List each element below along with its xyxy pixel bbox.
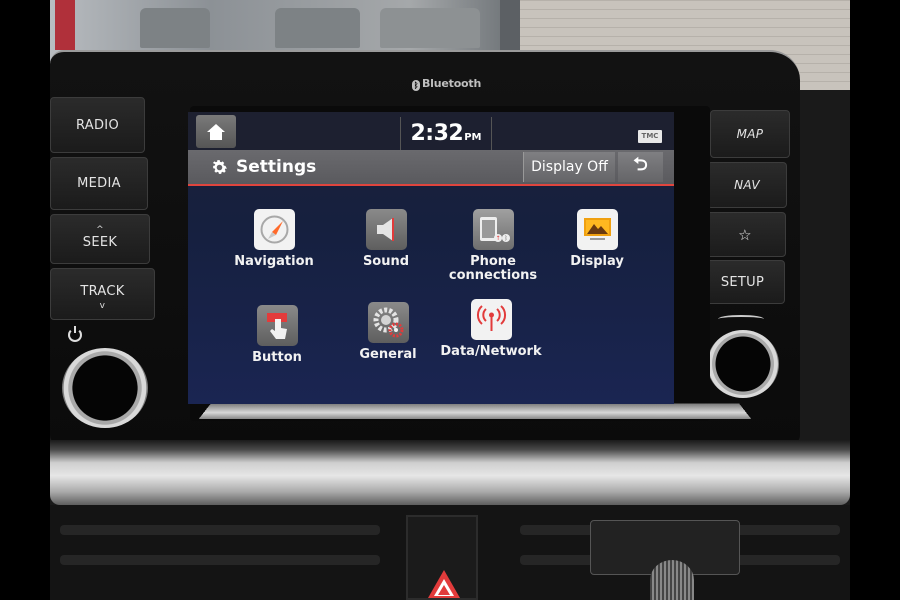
power-icon [68, 326, 82, 342]
back-icon: ⮌ [633, 154, 648, 175]
home-icon [207, 123, 225, 140]
menu-item-display[interactable]: Display [542, 209, 652, 269]
vent-knob[interactable] [650, 560, 694, 600]
gear-icon [212, 160, 227, 174]
setup-button[interactable]: SETUP [700, 260, 785, 304]
seek-button[interactable]: ^ SEEK [50, 214, 150, 264]
speaker-icon [365, 209, 407, 250]
page-title: Settings [236, 157, 317, 177]
tmc-badge: TMC [638, 130, 662, 143]
screen-trim [198, 403, 752, 419]
infotainment-screen: 2:32 PM TMC Settings Display Off ⮌ Navig… [188, 112, 674, 404]
back-button[interactable]: ⮌ [618, 152, 663, 182]
background-car [380, 8, 480, 48]
button-press-icon [256, 305, 298, 346]
tune-indicator-icon [718, 315, 764, 323]
track-down-arrow-icon: v [99, 301, 106, 311]
display-off-button[interactable]: Display Off [523, 152, 615, 182]
dashboard-trim [50, 440, 850, 505]
menu-item-button[interactable]: Button [222, 305, 332, 365]
home-button[interactable] [196, 115, 236, 148]
menu-item-data-network[interactable]: Data/Network [436, 299, 546, 359]
svg-text:ᛒ: ᛒ [504, 235, 508, 242]
background-sign [55, 0, 75, 50]
vent-slat [60, 525, 380, 535]
vent-slat [60, 555, 380, 565]
hazard-icon-core [438, 585, 450, 595]
radio-button[interactable]: RADIO [50, 97, 145, 153]
hazard-button[interactable] [406, 515, 478, 600]
clock: 2:32 PM [400, 117, 492, 150]
nav-button[interactable]: NAV [707, 162, 787, 208]
clock-ampm: PM [464, 132, 482, 143]
media-button[interactable]: MEDIA [50, 157, 148, 210]
menu-item-sound[interactable]: Sound [331, 209, 441, 269]
menu-item-navigation[interactable]: Navigation [219, 209, 329, 269]
background-car [275, 8, 360, 48]
svg-text:↑: ↑ [495, 235, 500, 242]
phone-bluetooth-icon: ↑ ᛒ [472, 209, 514, 250]
menu-item-general[interactable]: General [333, 302, 443, 362]
status-bar: 2:32 PM TMC [188, 112, 674, 150]
seek-up-arrow-icon: ^ [96, 225, 104, 235]
antenna-icon [470, 299, 512, 340]
menu-item-phone-connections[interactable]: ↑ ᛒ Phone connections [438, 209, 548, 283]
clock-time: 2:32 [410, 121, 464, 146]
display-icon [576, 209, 618, 250]
tune-knob[interactable] [707, 330, 779, 398]
background-car [140, 8, 210, 48]
favorite-button[interactable]: ☆ [704, 212, 786, 257]
volume-power-knob[interactable] [62, 348, 148, 428]
title-bar: Settings Display Off ⮌ [188, 150, 674, 186]
map-button[interactable]: MAP [710, 110, 790, 158]
gears-icon [367, 302, 409, 343]
star-icon: ☆ [738, 225, 752, 244]
bluetooth-logo: ᛒ Bluetooth [412, 77, 482, 91]
compass-icon [253, 209, 295, 250]
bluetooth-icon: ᛒ [412, 80, 420, 91]
track-button[interactable]: TRACK v [50, 268, 155, 320]
